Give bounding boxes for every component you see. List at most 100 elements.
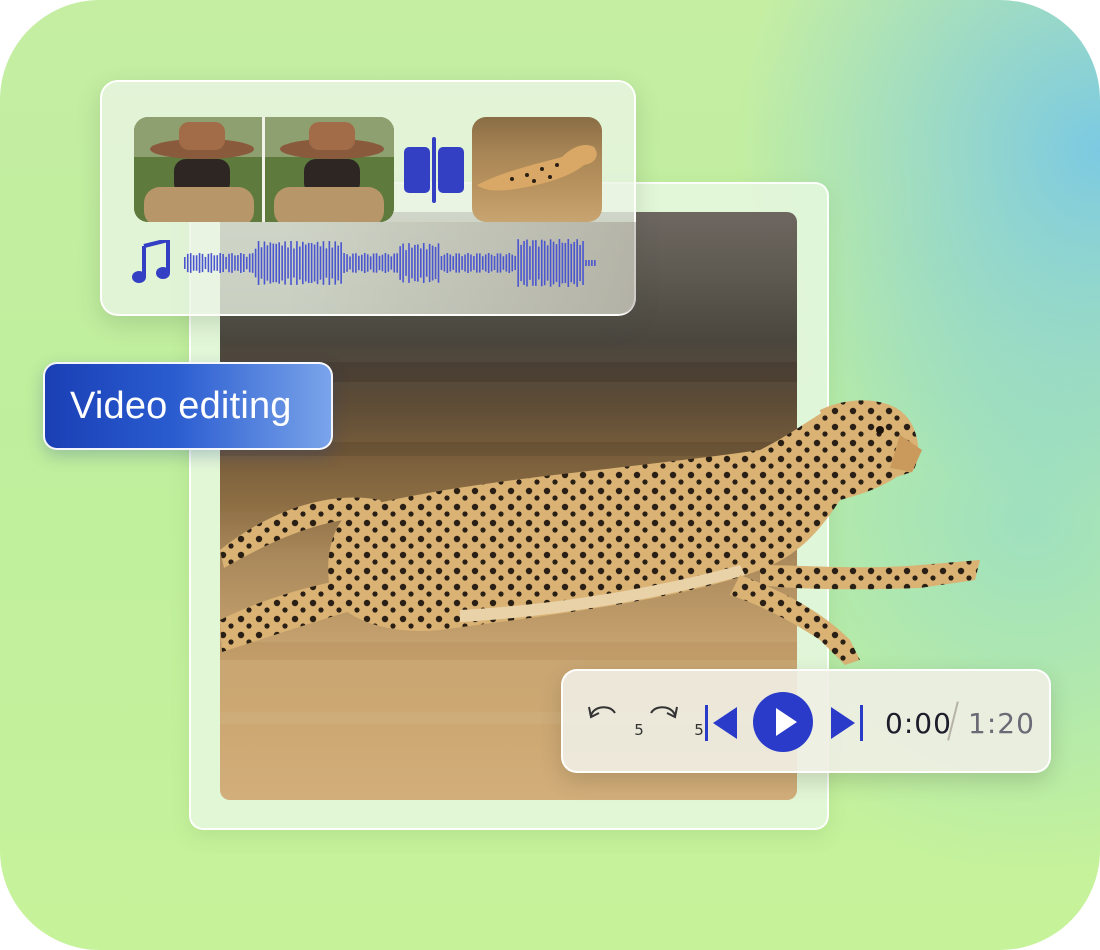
waveform-bar	[443, 254, 446, 272]
waveform-bar	[281, 245, 283, 281]
waveform-bar	[313, 244, 316, 282]
forward-5-button[interactable]: 5	[645, 701, 704, 743]
waveform-bar	[591, 260, 593, 266]
waveform-bar	[520, 244, 522, 282]
waveform-bar	[458, 253, 460, 273]
waveform-bar	[532, 240, 534, 286]
waveform-bar	[222, 253, 224, 273]
split-icon[interactable]	[402, 137, 466, 203]
waveform-bar	[502, 256, 505, 270]
waveform-bar	[490, 254, 493, 272]
waveform-bar	[349, 256, 351, 270]
waveform-bar	[307, 242, 310, 284]
waveform-bar	[201, 253, 204, 273]
waveform-bar	[355, 253, 357, 273]
waveform-bar	[186, 253, 189, 273]
waveform-bar	[296, 241, 298, 285]
waveform-bar	[340, 242, 342, 284]
clip-thumbnail-photographer[interactable]	[134, 117, 394, 222]
waveform-bar	[561, 242, 564, 284]
waveform-bar	[366, 254, 369, 272]
waveform-bar	[228, 253, 230, 273]
waveform-bar	[576, 239, 578, 287]
rewind-5-button[interactable]: 5	[585, 701, 644, 743]
waveform-bar	[499, 253, 502, 273]
waveform-bar	[189, 253, 192, 273]
waveform-bar	[481, 256, 484, 270]
waveform-bar	[319, 246, 322, 280]
waveform-bar	[517, 239, 519, 287]
waveform-bar	[210, 253, 213, 273]
waveform-bar	[240, 253, 242, 273]
waveform-bar	[579, 244, 581, 282]
waveform-bar	[467, 253, 469, 273]
waveform-bar	[399, 246, 401, 280]
audio-waveform[interactable]	[182, 237, 602, 289]
waveform-bar	[549, 239, 552, 287]
waveform-bar	[396, 253, 398, 273]
waveform-bar	[476, 253, 478, 273]
waveform-bar	[526, 239, 528, 287]
waveform-bar	[352, 253, 354, 273]
forward-icon	[650, 706, 678, 719]
waveform-bar	[420, 248, 422, 278]
waveform-bar	[546, 245, 549, 281]
waveform-bar	[538, 246, 540, 280]
video-editing-label: Video editing	[43, 362, 333, 450]
rewind-icon	[588, 706, 616, 719]
waveform-bar	[390, 256, 393, 270]
waveform-bar	[505, 254, 508, 272]
waveform-bar	[414, 244, 416, 282]
waveform-bar	[207, 253, 210, 273]
waveform-bar	[263, 241, 266, 285]
waveform-bar	[402, 243, 404, 283]
waveform-bar	[585, 260, 587, 266]
waveform-bar	[558, 239, 561, 287]
waveform-bar	[514, 255, 516, 271]
waveform-bar	[446, 253, 449, 273]
waveform-bar	[334, 241, 337, 285]
waveform-bar	[260, 247, 263, 279]
waveform-bar	[511, 254, 514, 272]
waveform-bar	[393, 253, 396, 273]
clip-thumbnail-cheetah[interactable]	[472, 117, 602, 222]
waveform-bar	[251, 253, 254, 273]
waveform-bar	[552, 241, 555, 285]
waveform-bar	[272, 243, 275, 283]
waveform-bar	[470, 254, 472, 272]
waveform-bar	[237, 255, 239, 271]
waveform-bar	[479, 253, 481, 273]
waveform-bar	[535, 240, 537, 286]
waveform-bar	[408, 243, 410, 283]
play-button[interactable]	[752, 691, 814, 753]
skip-previous-button[interactable]	[703, 703, 743, 743]
skip-next-button[interactable]	[825, 703, 865, 743]
waveform-bar	[243, 253, 245, 273]
waveform-bar	[328, 241, 331, 285]
waveform-bar	[213, 255, 216, 271]
cheetah-thumbnail-art	[477, 145, 597, 191]
waveform-bar	[310, 243, 313, 283]
waveform-bar	[248, 253, 251, 273]
waveform-bar	[529, 246, 531, 280]
waveform-bar	[508, 253, 511, 273]
waveform-bar	[496, 253, 499, 273]
waveform-bar	[254, 248, 257, 278]
waveform-bar	[278, 242, 280, 284]
waveform-bar	[358, 255, 360, 271]
waveform-bar	[275, 243, 278, 283]
waveform-bar	[540, 239, 543, 287]
waveform-bar	[411, 247, 413, 279]
waveform-bar	[582, 241, 584, 285]
waveform-bar	[337, 245, 339, 281]
waveform-bar	[219, 253, 221, 273]
waveform-bar	[588, 260, 590, 266]
waveform-bar	[331, 247, 334, 279]
waveform-bar	[449, 254, 452, 272]
waveform-bar	[231, 253, 233, 273]
music-note-icon	[132, 240, 170, 283]
waveform-bar	[440, 256, 443, 270]
waveform-bar	[425, 249, 428, 277]
waveform-bar	[384, 253, 387, 273]
waveform-bar	[484, 254, 487, 272]
